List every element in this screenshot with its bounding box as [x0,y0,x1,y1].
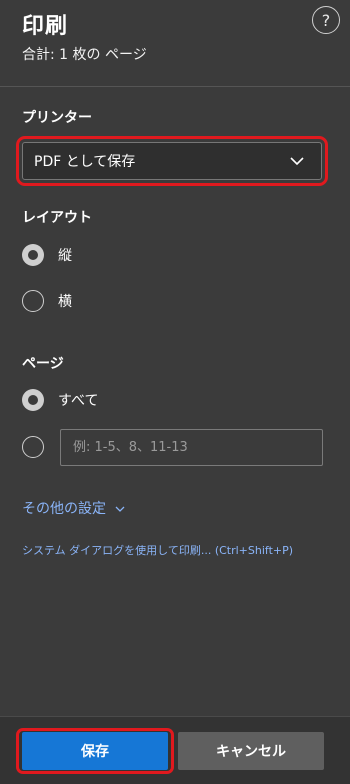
system-dialog-link[interactable]: システム ダイアログを使用して印刷... (Ctrl+Shift+P) [22,542,293,558]
layout-option-landscape[interactable]: 横 [22,290,72,312]
save-button[interactable]: 保存 [22,732,168,770]
header-divider [0,86,350,87]
radio-unchecked-icon[interactable] [22,436,44,458]
printer-label: プリンター [22,110,92,126]
page-count-summary: 合計: 1 枚の ページ [22,47,147,63]
pages-option-all[interactable]: すべて [22,389,98,411]
pages-option-custom[interactable] [22,436,44,458]
radio-unchecked-icon[interactable] [22,290,44,312]
layout-option-label: 横 [58,294,72,310]
print-panel: 印刷 合計: 1 枚の ページ ? プリンター PDF として保存 レイアウト … [0,0,350,784]
layout-label: レイアウト [22,210,92,226]
cancel-button[interactable]: キャンセル [178,732,324,770]
radio-checked-icon[interactable] [22,389,44,411]
question-icon: ? [321,10,331,30]
save-button-label: 保存 [81,744,109,760]
more-settings-link[interactable]: その他の設定 [22,498,126,518]
chevron-down-icon [290,157,304,166]
layout-option-label: 縦 [58,248,72,264]
help-button[interactable]: ? [312,6,340,34]
cancel-button-label: キャンセル [216,744,286,760]
printer-select[interactable]: PDF として保存 [22,142,322,180]
page-title: 印刷 [22,14,69,39]
more-settings-label: その他の設定 [22,501,106,517]
printer-selected-value: PDF として保存 [34,154,136,170]
pages-label: ページ [22,356,64,372]
radio-checked-icon[interactable] [22,244,44,266]
chevron-down-icon [115,506,125,512]
pages-option-label: すべて [58,393,99,409]
page-range-input[interactable] [60,429,323,466]
layout-option-portrait[interactable]: 縦 [22,244,72,266]
